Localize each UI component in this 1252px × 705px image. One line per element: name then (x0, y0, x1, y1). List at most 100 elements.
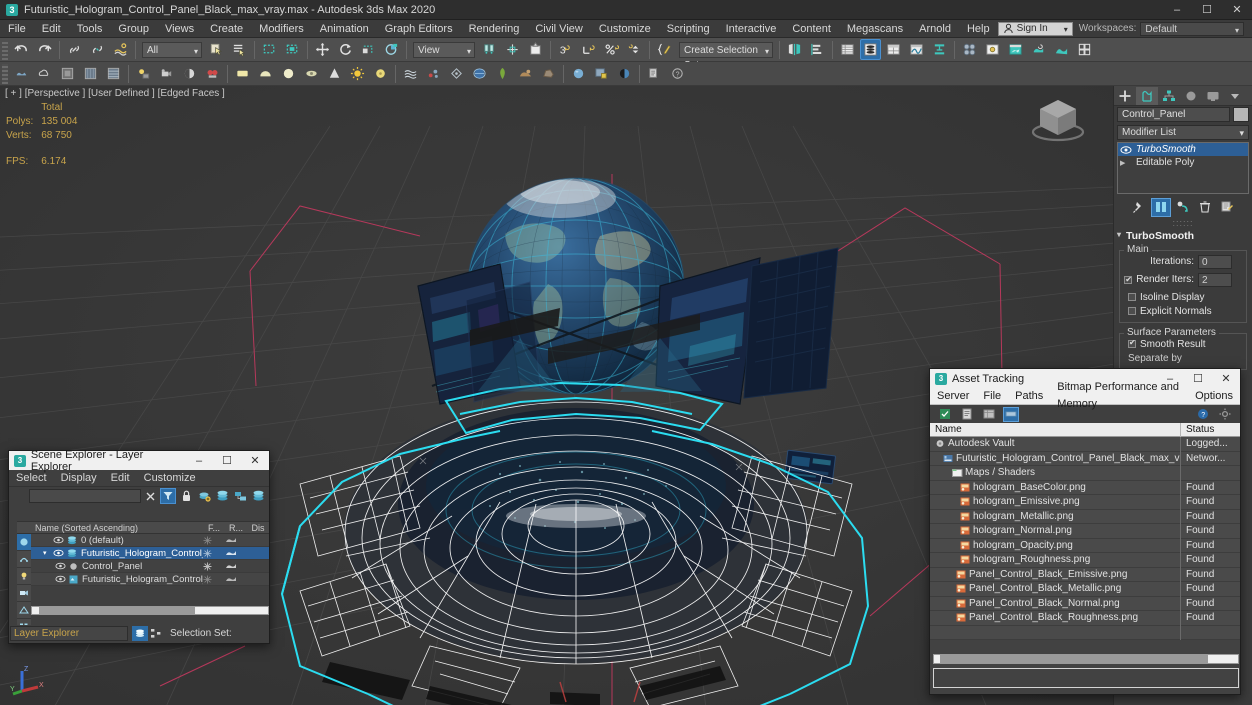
se-menu-select[interactable]: Select (9, 470, 54, 487)
help-icon[interactable]: ? (1195, 407, 1211, 422)
select-layer-icon[interactable] (214, 488, 230, 504)
filter-funnel-icon[interactable] (160, 488, 176, 504)
bind-space-warp-icon[interactable] (110, 39, 131, 60)
menu-civil-view[interactable]: Civil View (527, 20, 590, 38)
column-status[interactable]: Status (1181, 423, 1240, 437)
view-cube[interactable] (1028, 94, 1088, 146)
smooth-result-checkbox[interactable] (1128, 340, 1136, 348)
scene-explorer-tree[interactable]: 0 (default) ▾ Futuristic_Hologram_Contro… (31, 534, 269, 586)
use-pivot-center-icon[interactable] (479, 39, 500, 60)
show-end-result-icon[interactable] (1151, 197, 1171, 217)
geometry-filter-icon[interactable] (17, 534, 31, 551)
minimize-button[interactable]: – (1162, 0, 1192, 20)
asset-tracking-list[interactable]: Autodesk Vault Logged... Futuristic_Holo… (930, 436, 1240, 640)
dome-light-icon[interactable] (255, 63, 276, 84)
table-row[interactable]: hologram_Emissive.png Found (930, 494, 1240, 510)
menu-content[interactable]: Content (784, 20, 839, 38)
table-row-empty[interactable] (930, 625, 1240, 640)
cameras-filter-icon[interactable] (17, 585, 31, 602)
render-setup-icon[interactable] (982, 39, 1003, 60)
box-icon[interactable] (57, 63, 78, 84)
table-row[interactable]: Maps / Shaders (930, 465, 1240, 481)
display-tab[interactable] (1202, 87, 1224, 105)
disc-light-icon[interactable] (370, 63, 391, 84)
percent-snap-icon[interactable] (601, 39, 622, 60)
unlink-icon[interactable] (87, 39, 108, 60)
menu-edit[interactable]: Edit (34, 20, 69, 38)
menu-scripting[interactable]: Scripting (659, 20, 718, 38)
rollout-drag-handle[interactable]: :::::: (1114, 218, 1252, 228)
frozen-toggle[interactable] (203, 575, 225, 584)
ref-coord-system-dropdown[interactable]: View ▾ (413, 41, 475, 58)
render-iters-checkbox[interactable] (1124, 275, 1133, 284)
object-color-swatch[interactable] (1233, 107, 1249, 122)
helpers-filter-icon[interactable] (17, 602, 31, 619)
table-row[interactable]: Panel_Control_Black_Metallic.png Found (930, 581, 1240, 597)
refresh-icon[interactable] (937, 407, 953, 422)
menu-interactive[interactable]: Interactive (718, 20, 785, 38)
table-row[interactable]: hologram_Roughness.png Found (930, 552, 1240, 568)
explicit-normals-row[interactable]: Explicit Normals (1124, 304, 1242, 318)
select-and-manipulate-icon[interactable] (525, 39, 546, 60)
column-display[interactable]: Dis (247, 523, 269, 533)
modify-tab[interactable] (1136, 86, 1158, 105)
curve-editor-icon[interactable] (906, 39, 927, 60)
list-item[interactable]: ▾ Futuristic_Hologram_Control_Panel_Blac… (31, 547, 269, 560)
schematic-view-icon[interactable] (929, 39, 950, 60)
maximize-button[interactable]: ☐ (1192, 0, 1222, 20)
settings-icon[interactable] (1217, 407, 1233, 422)
scene-explorer-close-button[interactable]: ✕ (241, 451, 269, 470)
tree-expander[interactable]: ▾ (43, 549, 53, 557)
leaf-icon[interactable] (492, 63, 513, 84)
undo-icon[interactable] (11, 39, 32, 60)
table-row[interactable]: Panel_Control_Black_Normal.png Found (930, 596, 1240, 611)
snaps-toggle-icon[interactable]: 3 (555, 39, 576, 60)
at-menu-paths[interactable]: Paths (1008, 388, 1050, 405)
clouds-icon[interactable] (34, 63, 55, 84)
plane-icon[interactable] (80, 63, 101, 84)
modifier-stack[interactable]: TurboSmooth ▶ Editable Poly (1117, 142, 1249, 194)
menu-rendering[interactable]: Rendering (461, 20, 528, 38)
pin-stack-icon[interactable] (1129, 198, 1149, 217)
se-menu-display[interactable]: Display (54, 470, 104, 487)
hierarchy-icon[interactable] (148, 626, 164, 641)
render-iters-spinner[interactable]: 2 (1198, 272, 1232, 287)
table-row[interactable]: Autodesk Vault Logged... (930, 436, 1240, 452)
asset-tracking-maximize-button[interactable]: ☐ (1184, 369, 1212, 388)
asset-tracking-hscrollbar[interactable] (933, 654, 1239, 664)
rendered-frame-window-icon[interactable] (1005, 39, 1026, 60)
lock-icon[interactable] (178, 488, 194, 504)
rectangular-region-icon[interactable] (259, 39, 280, 60)
mirror-icon[interactable] (784, 39, 805, 60)
table-row[interactable]: Futuristic_Hologram_Control_Panel_Black_… (930, 451, 1240, 466)
renderable-toggle[interactable] (225, 536, 247, 544)
layers-icon[interactable] (250, 488, 266, 504)
object-name-field[interactable]: Control_Panel (1117, 107, 1230, 122)
layer-explorer-icon[interactable] (837, 39, 858, 60)
scene-explorer-minimize-button[interactable]: – (185, 451, 213, 470)
clear-search-icon[interactable] (142, 488, 158, 504)
hierarchy-tab[interactable] (1158, 87, 1180, 105)
renderable-toggle[interactable] (225, 575, 247, 583)
motion-tab[interactable] (1180, 87, 1202, 105)
redo-icon[interactable] (34, 39, 55, 60)
rock-icon[interactable] (538, 63, 559, 84)
toolbar-grip[interactable] (2, 39, 8, 60)
align-icon[interactable] (807, 39, 828, 60)
add-layer-icon[interactable] (196, 488, 212, 504)
renderable-toggle[interactable] (225, 562, 247, 570)
sphere-blue-icon[interactable] (568, 63, 589, 84)
menu-graph-editors[interactable]: Graph Editors (377, 20, 461, 38)
sphere-light-icon[interactable] (278, 63, 299, 84)
at-menu-file[interactable]: File (976, 388, 1008, 405)
make-unique-icon[interactable] (1173, 198, 1193, 217)
fog-icon[interactable] (614, 63, 635, 84)
scene-explorer-maximize-button[interactable]: ☐ (213, 451, 241, 470)
separate-by-row[interactable]: Separate by (1124, 351, 1242, 365)
ies-light-icon[interactable] (301, 63, 322, 84)
menu-modifiers[interactable]: Modifiers (251, 20, 312, 38)
material-editor-icon[interactable] (959, 39, 980, 60)
list-item[interactable]: Futuristic_Hologram_Control_Panel_Black (31, 573, 269, 586)
at-menu-bitmap-performance[interactable]: Bitmap Performance and Memory (1050, 379, 1188, 413)
atom-icon[interactable] (423, 63, 444, 84)
